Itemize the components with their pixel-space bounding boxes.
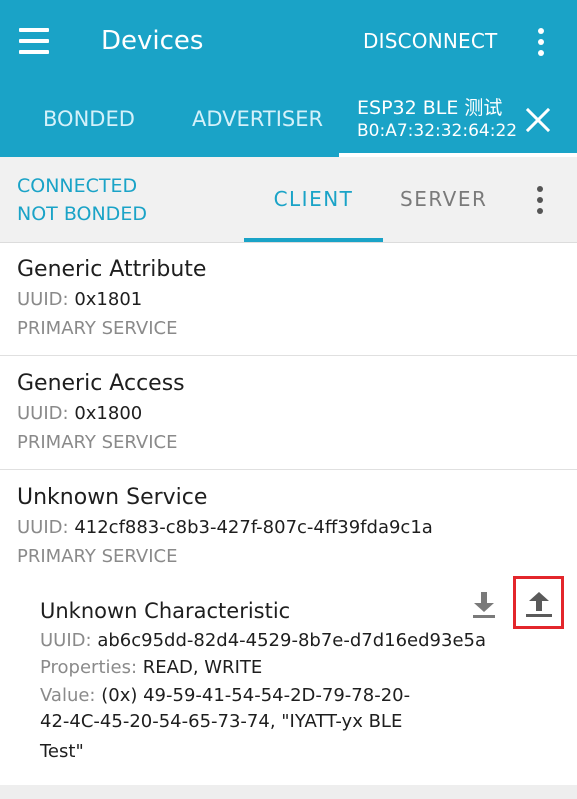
hamburger-menu-icon[interactable] — [19, 28, 49, 54]
value-line-1: (0x) 49-59-41-54-54-2D-79-78-20- — [101, 685, 411, 706]
uuid-value: 412cf883-c8b3-427f-807c-4ff39fda9c1a — [74, 517, 433, 538]
disconnect-button[interactable]: DISCONNECT — [363, 28, 497, 54]
value-label: Value: — [40, 685, 102, 706]
service-item[interactable]: Unknown Service UUID: 412cf883-c8b3-427f… — [0, 470, 577, 585]
service-item[interactable]: Generic Attribute UUID: 0x1801 PRIMARY S… — [0, 243, 577, 355]
page-title: Devices — [101, 26, 204, 56]
characteristic-name: Unknown Characteristic — [40, 599, 291, 623]
uuid-label: UUID: — [17, 289, 75, 310]
tab-client[interactable]: CLIENT — [244, 157, 383, 242]
tab-client-label: CLIENT — [273, 187, 354, 211]
service-name: Generic Access — [17, 371, 185, 396]
service-type: PRIMARY SERVICE — [17, 432, 178, 453]
tab-advertiser[interactable]: ADVERTISER — [192, 96, 323, 142]
app-bar: Devices DISCONNECT BONDED ADVERTISER ESP… — [0, 0, 577, 157]
tab-bonded[interactable]: BONDED — [43, 96, 135, 142]
bond-state: NOT BONDED — [17, 203, 147, 225]
connection-bar: CONNECTED NOT BONDED CLIENT SERVER — [0, 157, 577, 243]
download-icon[interactable] — [466, 587, 502, 623]
uuid-label: UUID: — [17, 517, 75, 538]
highlight-box — [513, 576, 564, 629]
device-address: B0:A7:32:32:64:22 — [357, 121, 518, 141]
uuid-value: 0x1801 — [74, 289, 143, 310]
more-vert-icon[interactable] — [529, 27, 553, 57]
uuid-label: UUID: — [40, 630, 98, 651]
service-type: PRIMARY SERVICE — [17, 546, 178, 567]
characteristic-properties: Properties: READ, WRITE — [40, 656, 262, 680]
characteristic-value: Value: (0x) 49-59-41-54-54-2D-79-78-20- — [40, 684, 410, 708]
connection-state: CONNECTED — [17, 175, 138, 197]
uuid-value: 0x1800 — [74, 403, 143, 424]
bottom-strip — [0, 785, 577, 799]
close-icon[interactable] — [525, 107, 551, 133]
more-vert-icon[interactable] — [528, 185, 552, 215]
tab-indicator — [244, 238, 383, 242]
uuid-label: UUID: — [17, 403, 75, 424]
tab-server[interactable]: SERVER — [400, 186, 504, 212]
value-line-3: Test" — [40, 741, 84, 762]
value-line-2: 42-4C-45-20-54-65-73-74, "IYATT-yx BLE — [40, 711, 403, 732]
characteristic-uuid: UUID: ab6c95dd-82d4-4529-8b7e-d7d16ed93e… — [40, 629, 486, 653]
service-item[interactable]: Generic Access UUID: 0x1800 PRIMARY SERV… — [0, 356, 577, 469]
service-name: Generic Attribute — [17, 257, 207, 282]
service-type: PRIMARY SERVICE — [17, 318, 178, 339]
characteristic-item[interactable]: Unknown Characteristic UUID: ab6c95dd-82… — [0, 587, 577, 783]
device-name: ESP32 BLE 测试 — [357, 97, 503, 119]
service-uuid: UUID: 0x1801 — [17, 288, 142, 312]
properties-value: READ, WRITE — [142, 657, 263, 678]
uuid-value: ab6c95dd-82d4-4529-8b7e-d7d16ed93e5a — [97, 630, 487, 651]
service-uuid: UUID: 412cf883-c8b3-427f-807c-4ff39fda9c… — [17, 516, 433, 540]
service-uuid: UUID: 0x1800 — [17, 402, 142, 426]
service-name: Unknown Service — [17, 485, 208, 510]
properties-label: Properties: — [40, 657, 143, 678]
